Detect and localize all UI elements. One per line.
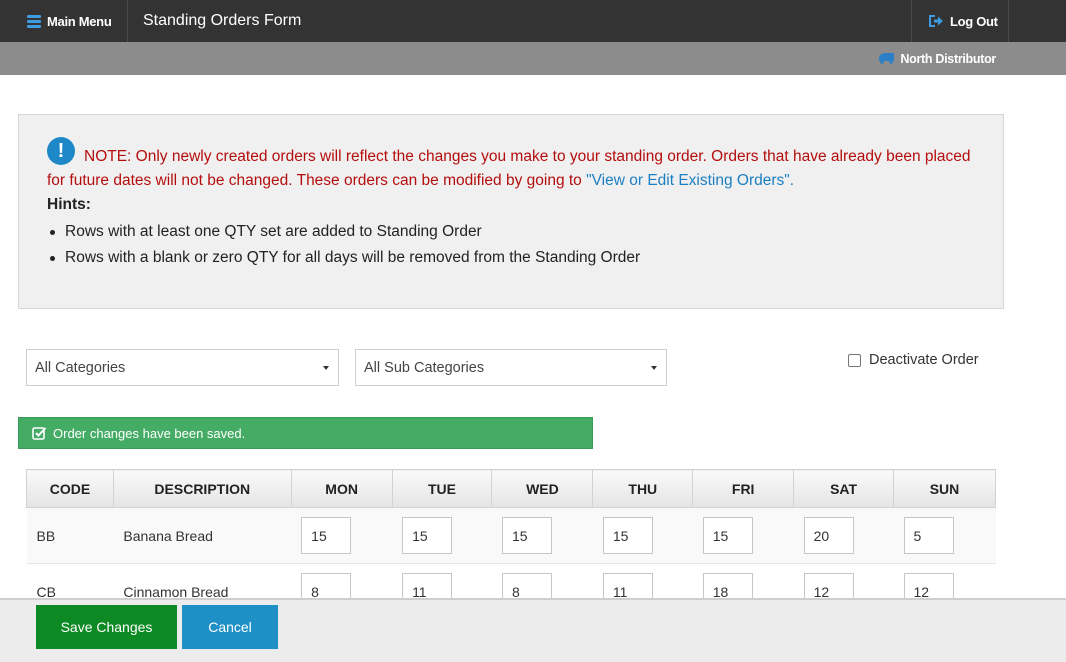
success-message: Order changes have been saved. (53, 425, 246, 441)
sub-category-select[interactable]: All Sub Categories (355, 349, 667, 386)
top-navbar: Main Menu Standing Orders Form Log Out (0, 0, 1066, 42)
distributor-info: North Distributor (879, 42, 996, 75)
column-header-fri[interactable]: FRI (692, 469, 795, 508)
qty-input-thu[interactable]: 15 (602, 517, 653, 554)
column-header-thu[interactable]: THU (592, 469, 694, 508)
view-edit-orders-link[interactable]: "View or Edit Existing Orders". (586, 172, 794, 189)
column-header-tue[interactable]: TUE (391, 469, 493, 508)
category-select-value: All Categories (35, 359, 126, 376)
note-warning: NOTE: Only newly created orders will ref… (47, 148, 971, 189)
action-bar: Save Changes Cancel (0, 598, 1066, 662)
note-panel: ! NOTE: Only newly created orders will r… (18, 114, 1004, 309)
save-changes-button[interactable]: Save Changes (36, 605, 177, 649)
main-menu-button[interactable]: Main Menu (0, 0, 128, 42)
logout-label: Log Out (950, 13, 998, 29)
column-header-mon[interactable]: MON (290, 469, 393, 508)
caret-down-icon (323, 366, 329, 370)
distributor-bar: North Distributor (0, 42, 1066, 75)
hint-item: Rows with a blank or zero QTY for all da… (47, 245, 975, 271)
qty-input-sat[interactable]: 20 (803, 517, 854, 554)
hint-item: Rows with at least one QTY set are added… (47, 219, 975, 245)
category-select[interactable]: All Categories (26, 349, 339, 386)
hints-title: Hints: (47, 196, 91, 213)
exclamation-icon: ! (47, 137, 75, 165)
qty-input-sun[interactable]: 5 (903, 517, 954, 554)
caret-down-icon (651, 366, 657, 370)
row-description: Banana Bread (113, 507, 292, 564)
column-header-sun[interactable]: SUN (893, 469, 996, 508)
success-alert: Order changes have been saved. (18, 417, 593, 449)
deactivate-order-checkbox[interactable] (848, 353, 861, 367)
deactivate-order-label: Deactivate Order (869, 352, 979, 368)
hints-list: Rows with at least one QTY set are added… (47, 219, 975, 271)
note-text: NOTE: Only newly created orders will ref… (47, 137, 975, 193)
hamburger-icon (27, 15, 41, 28)
cancel-button[interactable]: Cancel (182, 605, 278, 649)
logout-button[interactable]: Log Out (911, 0, 1009, 42)
table-header-row: CODE DESCRIPTION MON TUE WED THU FRI SAT… (26, 469, 996, 508)
deactivate-order-option[interactable]: Deactivate Order (848, 352, 979, 368)
sub-category-select-value: All Sub Categories (364, 359, 485, 376)
distributor-name: North Distributor (900, 51, 996, 66)
main-menu-label: Main Menu (47, 13, 112, 29)
column-header-code[interactable]: CODE (26, 469, 114, 508)
row-code: BB (26, 507, 114, 564)
qty-input-tue[interactable]: 15 (402, 517, 453, 554)
qty-input-wed[interactable]: 15 (501, 517, 552, 554)
truck-icon (879, 53, 895, 64)
page-title: Standing Orders Form (143, 12, 302, 29)
column-header-wed[interactable]: WED (491, 469, 594, 508)
table-row: BB Banana Bread 15 15 15 15 15 20 5 (26, 507, 996, 564)
column-header-description[interactable]: DESCRIPTION (112, 469, 292, 508)
check-square-icon (32, 427, 47, 440)
qty-input-fri[interactable]: 15 (702, 517, 753, 554)
qty-input-mon[interactable]: 15 (301, 517, 352, 554)
column-header-sat[interactable]: SAT (793, 469, 895, 508)
logout-icon (929, 15, 943, 27)
